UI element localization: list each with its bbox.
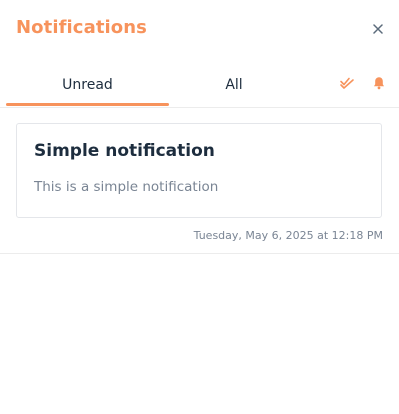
panel-title: Notifications	[16, 17, 147, 38]
bell-icon[interactable]	[371, 75, 387, 91]
tab-unread[interactable]: Unread	[6, 64, 169, 106]
tab-all[interactable]: All	[152, 64, 316, 106]
list-divider	[0, 253, 399, 254]
notifications-panel: Notifications Unread All Simple notifica…	[0, 0, 399, 414]
double-check-icon[interactable]	[339, 75, 355, 91]
panel-header: Notifications	[0, 0, 399, 60]
notification-card[interactable]: Simple notification This is a simple not…	[16, 123, 382, 218]
notification-timestamp: Tuesday, May 6, 2025 at 12:18 PM	[193, 229, 383, 242]
notification-title: Simple notification	[34, 141, 215, 161]
notification-body: This is a simple notification	[34, 179, 219, 195]
active-tab-indicator	[6, 103, 169, 106]
close-icon[interactable]	[371, 21, 385, 35]
notification-tabs: Unread All	[0, 64, 399, 108]
